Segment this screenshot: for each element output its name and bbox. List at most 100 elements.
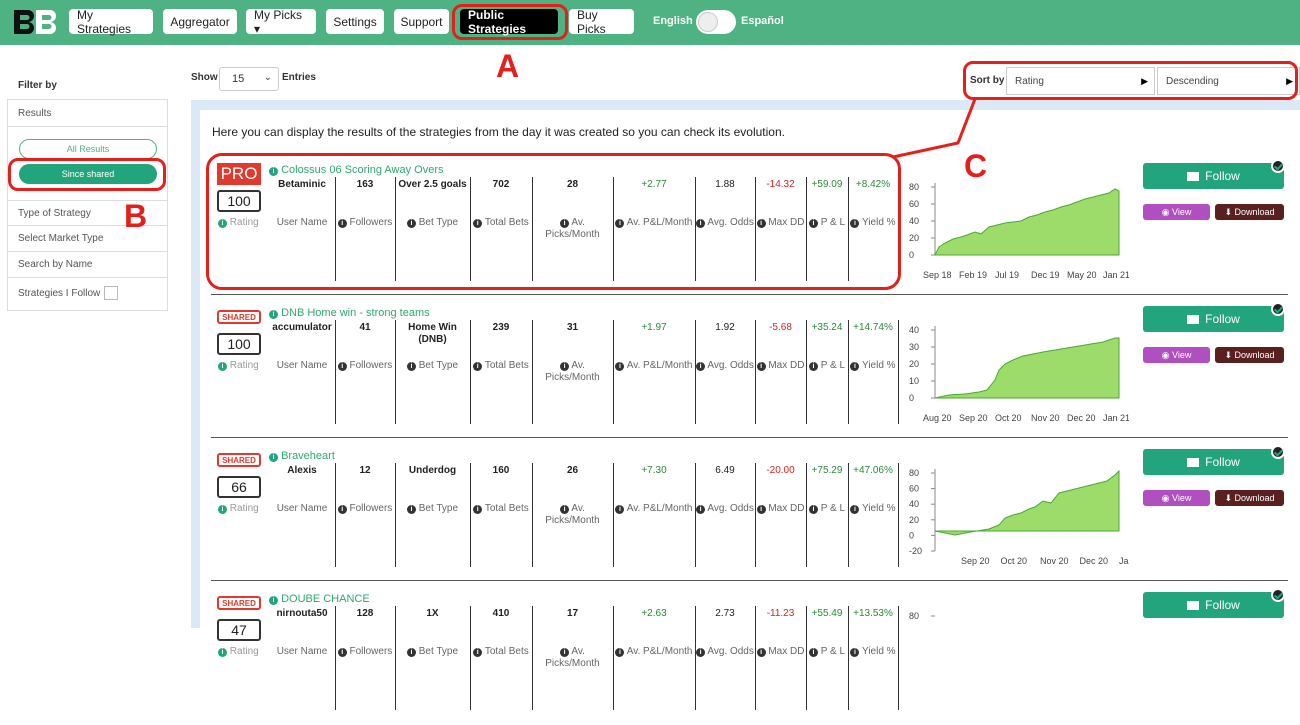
stat-label-text: Total Bets xyxy=(484,360,529,371)
strategy-card: SHARED 66 i Rating i Braveheart Alexis User N… xyxy=(211,439,1288,582)
x-tick-label: Jan 21 xyxy=(1119,556,1129,566)
stat-label-text: Av. P&L/Month xyxy=(626,503,693,514)
follow-button[interactable]: Follow xyxy=(1143,592,1284,618)
stat-label-text: Bet Type xyxy=(418,503,459,514)
filter-results: Results xyxy=(8,100,167,127)
strategy-name-link[interactable]: i DOUBE CHANCE xyxy=(269,593,370,605)
view-button[interactable]: ◉ View xyxy=(1143,490,1210,506)
nav-my-picks[interactable]: My Picks ▾ xyxy=(246,8,316,36)
stat-label: i P & L xyxy=(806,503,848,515)
stat-label: i Bet Type xyxy=(395,503,470,515)
stat-label: i Total Bets xyxy=(470,360,532,372)
info-icon: i xyxy=(560,648,570,657)
shared-badge: SHARED xyxy=(217,310,261,324)
strategies-i-follow-checkbox[interactable] xyxy=(104,286,119,300)
pl-chart: 80 xyxy=(909,606,1129,710)
stat-label: i Av. Picks/Month xyxy=(532,360,613,384)
follow-button[interactable]: Follow xyxy=(1143,306,1284,332)
eye-icon: ◉ xyxy=(1161,492,1172,503)
shared-badge: SHARED xyxy=(217,596,261,610)
y-tick-label: 0 xyxy=(909,530,914,540)
stat-picks-month: 17 i Av. Picks/Month xyxy=(532,606,613,710)
view-button[interactable]: ◉ View xyxy=(1143,347,1210,363)
stat-label-text: User Name xyxy=(276,646,328,657)
stat-label: User Name xyxy=(269,360,335,372)
annotation-box-card xyxy=(206,153,901,290)
y-tick-label: 30 xyxy=(909,342,919,352)
stat-pl-month: +2.63 i Av. P&L/Month xyxy=(613,606,695,710)
x-tick-label: Dec 20 xyxy=(1080,556,1109,566)
info-icon: i xyxy=(615,505,625,514)
results-label: Results xyxy=(18,107,52,119)
nav-buy-picks[interactable]: Buy Picks xyxy=(569,8,634,36)
nav-aggregator[interactable]: Aggregator xyxy=(163,9,237,34)
entries-label: Entries xyxy=(282,72,316,83)
envelope-icon xyxy=(1187,457,1200,467)
view-button[interactable]: ◉ View xyxy=(1143,204,1210,220)
stat-yield: +14.74% i Yield % xyxy=(848,320,898,424)
entries-select[interactable]: 15 ⌄ xyxy=(219,67,279,91)
check-circle-icon xyxy=(1271,445,1285,459)
follow-button[interactable]: Follow xyxy=(1143,449,1284,475)
stat-label-text: Avg. Odds xyxy=(707,646,754,657)
logo[interactable] xyxy=(12,8,58,36)
filter-search-by-name[interactable]: Search by Name xyxy=(8,252,167,278)
stat-label-text: Yield % xyxy=(862,360,896,371)
info-icon: i xyxy=(808,362,818,371)
download-button[interactable]: ⬇ Download xyxy=(1215,204,1284,220)
check-circle-icon xyxy=(1271,588,1285,602)
toggle-knob xyxy=(698,12,718,32)
stat-user: nirnouta50 User Name xyxy=(269,606,335,710)
info-icon: i xyxy=(696,362,706,371)
rating-label-text: Rating xyxy=(229,503,259,514)
stat-value: 160 xyxy=(492,465,510,476)
download-button[interactable]: ⬇ Download xyxy=(1215,347,1284,363)
rating-label-text: Rating xyxy=(229,360,259,371)
y-tick-label: -20 xyxy=(909,546,922,556)
follow-button[interactable]: Follow xyxy=(1143,163,1284,189)
strategy-name-link[interactable]: i DNB Home win - strong teams xyxy=(269,307,430,319)
check-circle-icon xyxy=(1271,302,1285,316)
rating-label: i Rating xyxy=(218,360,259,371)
all-results-button[interactable]: All Results xyxy=(19,139,157,159)
y-tick-label: 80 xyxy=(909,182,919,192)
stat-value: 31 xyxy=(566,322,579,333)
stat-value: -11.23 xyxy=(766,608,795,619)
info-icon: i xyxy=(808,505,818,514)
lang-english-label: English xyxy=(653,15,693,27)
stat-value: +13.53% xyxy=(853,608,893,619)
column-divider xyxy=(898,463,899,567)
stat-label: i Avg. Odds xyxy=(695,503,755,515)
nav-support[interactable]: Support xyxy=(394,9,449,34)
info-icon: i xyxy=(615,362,625,371)
annotation-box-a xyxy=(452,4,568,40)
nav-settings[interactable]: Settings xyxy=(326,9,384,34)
stat-label: i Yield % xyxy=(848,646,898,658)
stat-label: i Total Bets xyxy=(470,503,532,515)
nav-my-strategies[interactable]: My Strategies xyxy=(69,8,153,36)
stat-label: i Followers xyxy=(335,646,395,658)
stat-label-text: Av. P&L/Month xyxy=(626,360,693,371)
stat-odds: 2.73 i Avg. Odds xyxy=(695,606,755,710)
stat-label: i Yield % xyxy=(848,360,898,372)
language-toggle[interactable] xyxy=(696,10,736,34)
annotation-label-a: A xyxy=(496,48,520,84)
info-icon: i xyxy=(756,362,766,371)
stat-value: +55.49 xyxy=(811,608,843,619)
download-icon: ⬇ xyxy=(1224,492,1235,503)
shared-badge: SHARED xyxy=(217,453,261,467)
lang-spanish-label: Español xyxy=(741,15,784,27)
stat-value: 41 xyxy=(359,322,371,333)
download-label: Download xyxy=(1234,493,1275,503)
info-icon: i xyxy=(850,362,860,371)
stat-value: +14.74% xyxy=(853,322,893,333)
download-label: Download xyxy=(1234,350,1275,360)
stat-value: accumulator xyxy=(272,322,332,333)
strategy-name-link[interactable]: i Braveheart xyxy=(269,450,335,462)
stat-label: i Followers xyxy=(335,503,395,515)
stat-label-text: P & L xyxy=(820,503,846,514)
download-button[interactable]: ⬇ Download xyxy=(1215,490,1284,506)
stat-max-dd: -11.23 i Max DD xyxy=(755,606,806,710)
pl-chart: 40 30 20 10 0 Aug 20 Sep 20 Oct 20 Nov 20 Dec 20 J… xyxy=(909,320,1130,424)
x-tick-label: Jan 21 xyxy=(1103,413,1129,423)
